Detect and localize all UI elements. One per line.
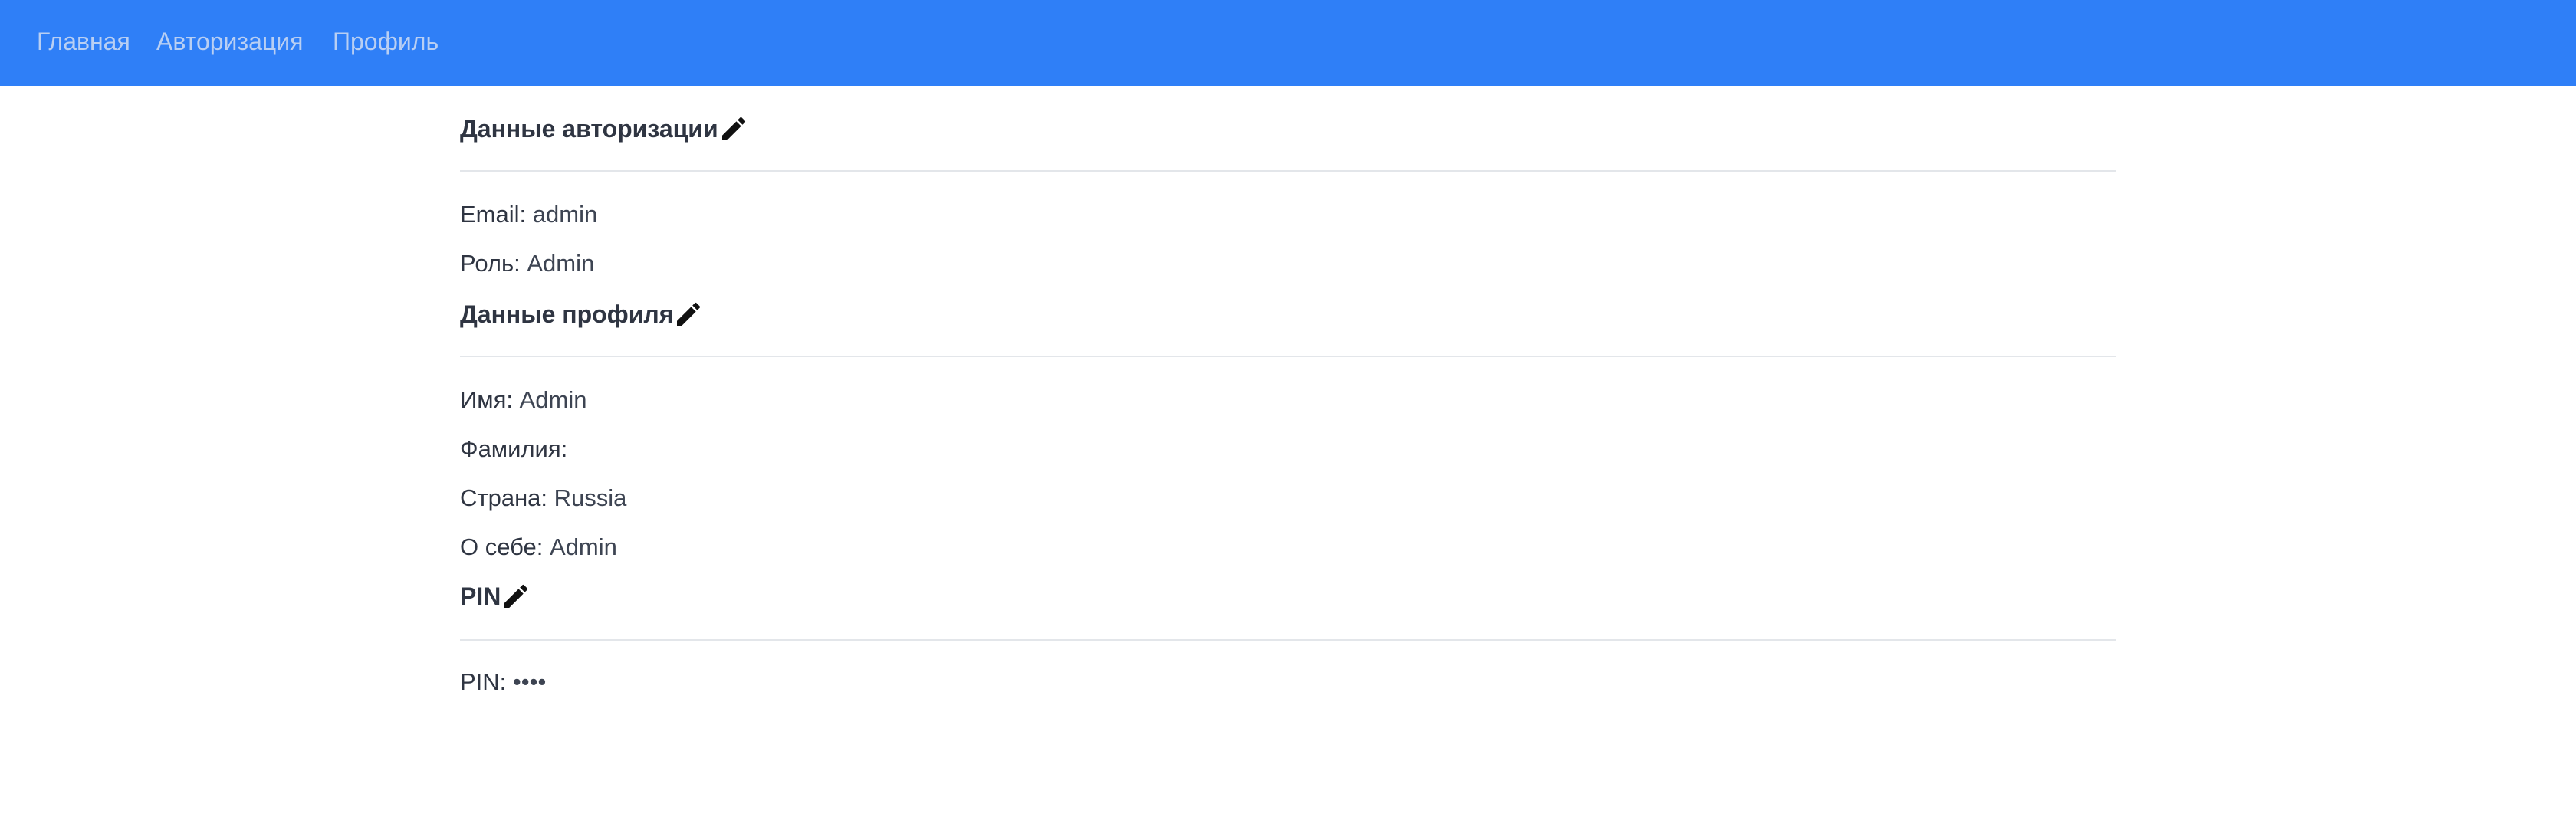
role-value: Admin — [527, 250, 595, 277]
country-value: Russia — [554, 484, 627, 511]
first-name-field: Имя: Admin — [460, 385, 587, 415]
pencil-icon[interactable] — [673, 299, 704, 330]
last-name-field: Фамилия: — [460, 434, 567, 464]
profile-section-title-text: Данные профиля — [460, 300, 674, 328]
pin-section-title: PIN — [460, 581, 531, 612]
first-name-value: Admin — [519, 386, 587, 413]
profile-divider — [460, 356, 2116, 357]
about-label: О себе: — [460, 533, 544, 560]
country-field: Страна: Russia — [460, 483, 626, 514]
pin-field: PIN: •••• — [460, 667, 546, 697]
pencil-icon[interactable] — [501, 581, 531, 612]
nav-link-home[interactable]: Главная — [37, 26, 130, 57]
role-label: Роль: — [460, 250, 521, 277]
role-field: Роль: Admin — [460, 248, 594, 279]
email-value: admin — [532, 201, 598, 228]
pin-divider — [460, 639, 2116, 641]
pin-value: •••• — [512, 668, 547, 695]
first-name-label: Имя: — [460, 386, 513, 413]
about-field: О себе: Admin — [460, 532, 617, 563]
email-label: Email: — [460, 201, 527, 228]
auth-section-title-text: Данные авторизации — [460, 115, 718, 143]
auth-section-title: Данные авторизации — [460, 113, 749, 144]
about-value: Admin — [550, 533, 617, 560]
email-field: Email: admin — [460, 199, 597, 230]
last-name-label: Фамилия: — [460, 435, 568, 462]
pin-section-title-text: PIN — [460, 582, 501, 610]
pencil-icon[interactable] — [718, 113, 749, 144]
profile-section-title: Данные профиля — [460, 299, 704, 330]
country-label: Страна: — [460, 484, 548, 511]
auth-divider — [460, 170, 2116, 172]
nav-link-auth[interactable]: Авторизация — [156, 26, 303, 57]
navbar: Главная Авторизация Профиль — [0, 0, 2576, 86]
nav-link-profile[interactable]: Профиль — [333, 26, 439, 57]
pin-label: PIN: — [460, 668, 507, 695]
